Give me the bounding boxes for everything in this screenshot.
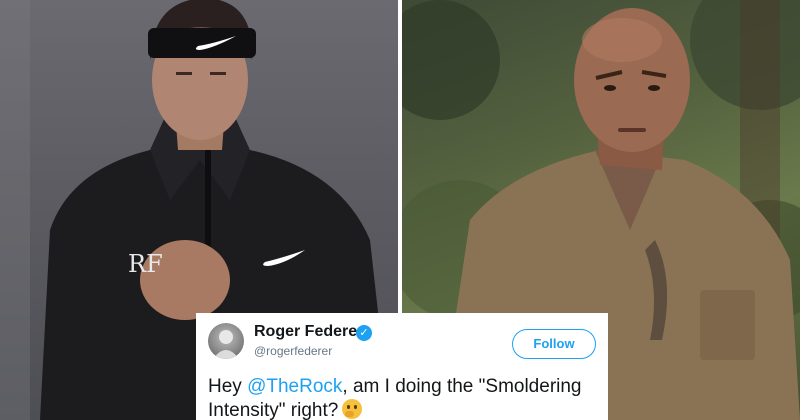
author-name[interactable]: Roger Federer [254, 323, 363, 341]
tweet-text: Hey @TheRock, am I doing the "Smoldering… [208, 375, 596, 420]
verified-badge-icon: ✓ [356, 325, 372, 341]
meme-composite: RF Roger Federer ✓ @rogerfederer Follow … [0, 0, 800, 420]
tweet-header: Roger Federer ✓ @rogerfederer Follow [208, 321, 596, 361]
avatar[interactable] [208, 323, 244, 359]
follow-button[interactable]: Follow [512, 329, 596, 359]
tweet-card[interactable]: Roger Federer ✓ @rogerfederer Follow Hey… [196, 313, 608, 420]
author-handle[interactable]: @rogerfederer [254, 344, 332, 358]
tweet-text-prefix: Hey [208, 376, 248, 397]
thinking-face-icon [342, 399, 363, 419]
mention-link[interactable]: @TheRock [247, 376, 342, 397]
user-avatar-icon [213, 330, 239, 359]
svg-text:RF: RF [128, 250, 163, 278]
